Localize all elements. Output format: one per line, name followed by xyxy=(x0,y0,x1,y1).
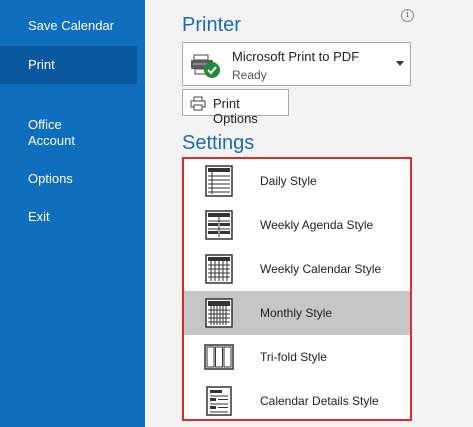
print-options-label: Print Options xyxy=(213,96,258,126)
nav-options[interactable]: Options xyxy=(0,171,137,187)
chevron-down-icon xyxy=(396,61,404,66)
style-weekly-calendar[interactable]: Weekly Calendar Style xyxy=(184,247,410,291)
weekly-calendar-style-icon xyxy=(205,254,233,284)
style-label: Weekly Agenda Style xyxy=(260,218,374,232)
nav-exit[interactable]: Exit xyxy=(0,209,137,225)
style-tri-fold[interactable]: Tri-fold Style xyxy=(184,335,410,379)
backstage-sidebar: Save Calendar Print Office Account Optio… xyxy=(0,0,145,427)
printer-dropdown[interactable]: Microsoft Print to PDF Ready xyxy=(182,42,411,86)
print-options-icon xyxy=(190,96,206,111)
info-icon[interactable]: i xyxy=(401,9,414,22)
nav-save-calendar[interactable]: Save Calendar xyxy=(0,18,137,34)
weekly-agenda-style-icon xyxy=(205,210,233,240)
printer-name: Microsoft Print to PDF xyxy=(232,49,360,64)
monthly-style-icon xyxy=(205,298,233,328)
style-label: Weekly Calendar Style xyxy=(260,262,382,276)
settings-section-title: Settings xyxy=(182,132,255,154)
style-label: Tri-fold Style xyxy=(260,350,327,364)
nav-print[interactable]: Print xyxy=(0,46,137,84)
printer-section-title: Printer xyxy=(182,14,241,36)
tri-fold-style-icon xyxy=(204,344,234,370)
nav-office-account[interactable]: Office Account xyxy=(0,117,137,149)
style-calendar-details[interactable]: Calendar Details Style xyxy=(184,379,410,423)
daily-style-icon xyxy=(205,165,233,197)
printer-ready-icon xyxy=(191,54,220,78)
style-monthly[interactable]: Monthly Style xyxy=(184,291,410,335)
print-options-button[interactable]: Print Options xyxy=(182,89,289,126)
style-label: Daily Style xyxy=(260,174,317,188)
style-label: Calendar Details Style xyxy=(260,394,379,408)
style-daily[interactable]: Daily Style xyxy=(184,159,410,203)
style-weekly-agenda[interactable]: Weekly Agenda Style xyxy=(184,203,410,247)
print-styles-list: Daily Style Weekly Agenda Style Weekly C… xyxy=(182,157,412,421)
printer-status: Ready xyxy=(232,68,267,82)
style-label: Monthly Style xyxy=(260,306,333,320)
calendar-details-style-icon xyxy=(206,386,232,416)
